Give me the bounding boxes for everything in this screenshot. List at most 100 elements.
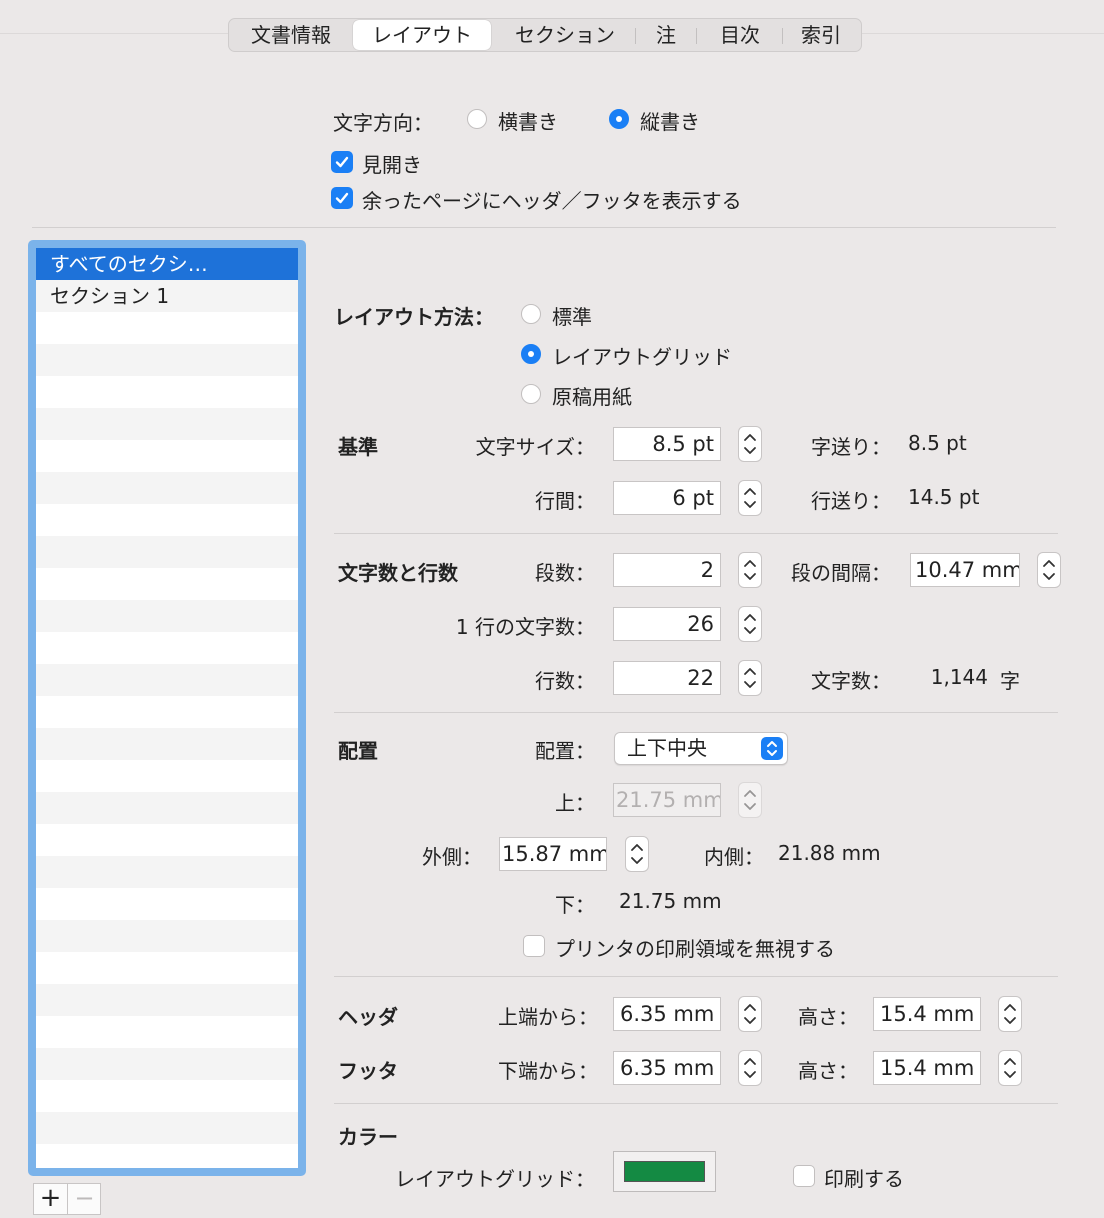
header-height-field[interactable]: 15.4 mm (873, 997, 981, 1031)
section-list-item-all[interactable]: すべてのセクシ… (36, 248, 298, 280)
section-list-item-label: セクション 1 (50, 284, 170, 308)
section-list[interactable]: すべてのセクシ… セクション 1 (28, 240, 306, 1176)
remove-section-button[interactable]: − (68, 1184, 101, 1214)
section-list-empty-row (36, 1112, 298, 1144)
header-from-stepper[interactable] (738, 996, 762, 1032)
updown-chevron-icon (1004, 1004, 1016, 1024)
footer-from-label: 下端から： (498, 1059, 598, 1083)
section-list-empty-row (36, 536, 298, 568)
section-list-rows: すべてのセクシ… セクション 1 (36, 248, 298, 1168)
section-list-empty-row (36, 664, 298, 696)
radio-layout-grid-label: レイアウトグリッド (552, 345, 732, 369)
header-from-label: 上端から： (498, 1005, 598, 1029)
chars-per-line-label: 1 行の文字数： (455, 615, 595, 639)
columns-field[interactable]: 2 (613, 553, 721, 587)
divider (334, 712, 1058, 713)
updown-chevron-icon (744, 1058, 756, 1078)
updown-chevron-icon (744, 1004, 756, 1024)
spread-checkbox[interactable] (331, 151, 353, 173)
footer-height-label: 高さ： (798, 1059, 858, 1083)
tab-toc[interactable]: 目次 (703, 19, 777, 51)
footer-from-stepper[interactable] (738, 1050, 762, 1086)
font-size-stepper[interactable] (738, 426, 762, 462)
updown-chevron-icon (1004, 1058, 1016, 1078)
ignore-printer-label: プリンタの印刷領域を無視する (555, 937, 835, 961)
header-footer-label: 余ったページにヘッダ／フッタを表示する (362, 189, 742, 213)
total-chars-label: 文字数： (811, 669, 891, 693)
divider (334, 1103, 1058, 1104)
top-margin-label: 上： (555, 791, 595, 815)
line-gap-field[interactable]: 6 pt (613, 481, 721, 515)
section-list-empty-row (36, 408, 298, 440)
header-footer-checkbox[interactable] (331, 187, 353, 209)
ignore-printer-checkbox[interactable] (523, 935, 545, 957)
section-list-item-label: すべてのセクシ… (50, 252, 208, 276)
radio-manuscript[interactable] (521, 384, 541, 404)
updown-chevron-icon (744, 488, 756, 508)
line-gap-stepper[interactable] (738, 480, 762, 516)
columns-label: 段数： (535, 561, 595, 585)
divider (334, 976, 1058, 977)
total-chars-value: 1,144 (930, 665, 988, 689)
divider (334, 533, 1058, 534)
section-list-empty-row (36, 312, 298, 344)
updown-chevron-icon (631, 844, 643, 864)
bottom-margin-value: 21.75 mm (619, 889, 722, 913)
outer-margin-stepper[interactable] (625, 836, 649, 872)
lines-stepper[interactable] (738, 660, 762, 696)
columns-stepper[interactable] (738, 552, 762, 588)
tab-separator (782, 28, 783, 44)
column-gap-field[interactable]: 10.47 mm (910, 553, 1020, 587)
section-list-empty-row (36, 920, 298, 952)
tab-notes[interactable]: 注 (641, 19, 691, 51)
section-list-empty-row (36, 1048, 298, 1080)
grid-color-swatch (624, 1161, 705, 1182)
radio-layout-grid[interactable] (521, 344, 541, 364)
add-section-button[interactable]: + (34, 1184, 68, 1214)
radio-standard-label: 標準 (552, 305, 592, 329)
section-list-empty-row (36, 984, 298, 1016)
updown-chevron-icon (1043, 560, 1055, 580)
align-popup[interactable]: 上下中央 (614, 732, 788, 765)
radio-vertical[interactable] (609, 109, 629, 129)
radio-horizontal[interactable] (467, 109, 487, 129)
chars-per-line-field[interactable]: 26 (613, 607, 721, 641)
total-chars-unit: 字 (1000, 669, 1020, 693)
section-list-empty-row (36, 632, 298, 664)
updown-chevron-icon (744, 790, 756, 810)
print-grid-checkbox[interactable] (793, 1165, 815, 1187)
footer-height-stepper[interactable] (998, 1050, 1022, 1086)
font-size-field[interactable]: 8.5 pt (613, 427, 721, 461)
inner-margin-value: 21.88 mm (778, 841, 881, 865)
top-margin-field[interactable]: 21.75 mm (613, 783, 721, 817)
lines-field[interactable]: 22 (613, 661, 721, 695)
align-label: 配置： (535, 739, 595, 763)
updown-chevron-icon (744, 434, 756, 454)
footer-title: フッタ (338, 1059, 398, 1083)
header-from-field[interactable]: 6.35 mm (613, 997, 721, 1031)
section-list-empty-row (36, 440, 298, 472)
section-list-item-section-1[interactable]: セクション 1 (36, 280, 298, 312)
outer-margin-field[interactable]: 15.87 mm (499, 837, 607, 871)
radio-standard[interactable] (521, 304, 541, 324)
tab-layout[interactable]: レイアウト (353, 20, 491, 50)
chars-per-line-stepper[interactable] (738, 606, 762, 642)
tab-index[interactable]: 索引 (787, 19, 855, 51)
footer-height-field[interactable]: 15.4 mm (873, 1051, 981, 1085)
updown-chevron-icon (761, 737, 783, 760)
top-margin-stepper[interactable] (738, 782, 762, 818)
grid-color-well[interactable] (613, 1151, 716, 1192)
section-list-empty-row (36, 824, 298, 856)
outer-margin-label: 外側： (422, 845, 482, 869)
footer-from-field[interactable]: 6.35 mm (613, 1051, 721, 1085)
section-list-empty-row (36, 760, 298, 792)
spread-label: 見開き (362, 153, 422, 177)
section-list-empty-row (36, 376, 298, 408)
tab-document-info[interactable]: 文書情報 (235, 19, 347, 51)
placement-title: 配置 (338, 739, 378, 763)
line-feed-value: 14.5 pt (908, 485, 980, 509)
header-height-stepper[interactable] (998, 996, 1022, 1032)
tab-bar: 文書情報 レイアウト セクション 注 目次 索引 (228, 18, 862, 52)
column-gap-stepper[interactable] (1037, 552, 1061, 588)
tab-section[interactable]: セクション (501, 19, 629, 51)
